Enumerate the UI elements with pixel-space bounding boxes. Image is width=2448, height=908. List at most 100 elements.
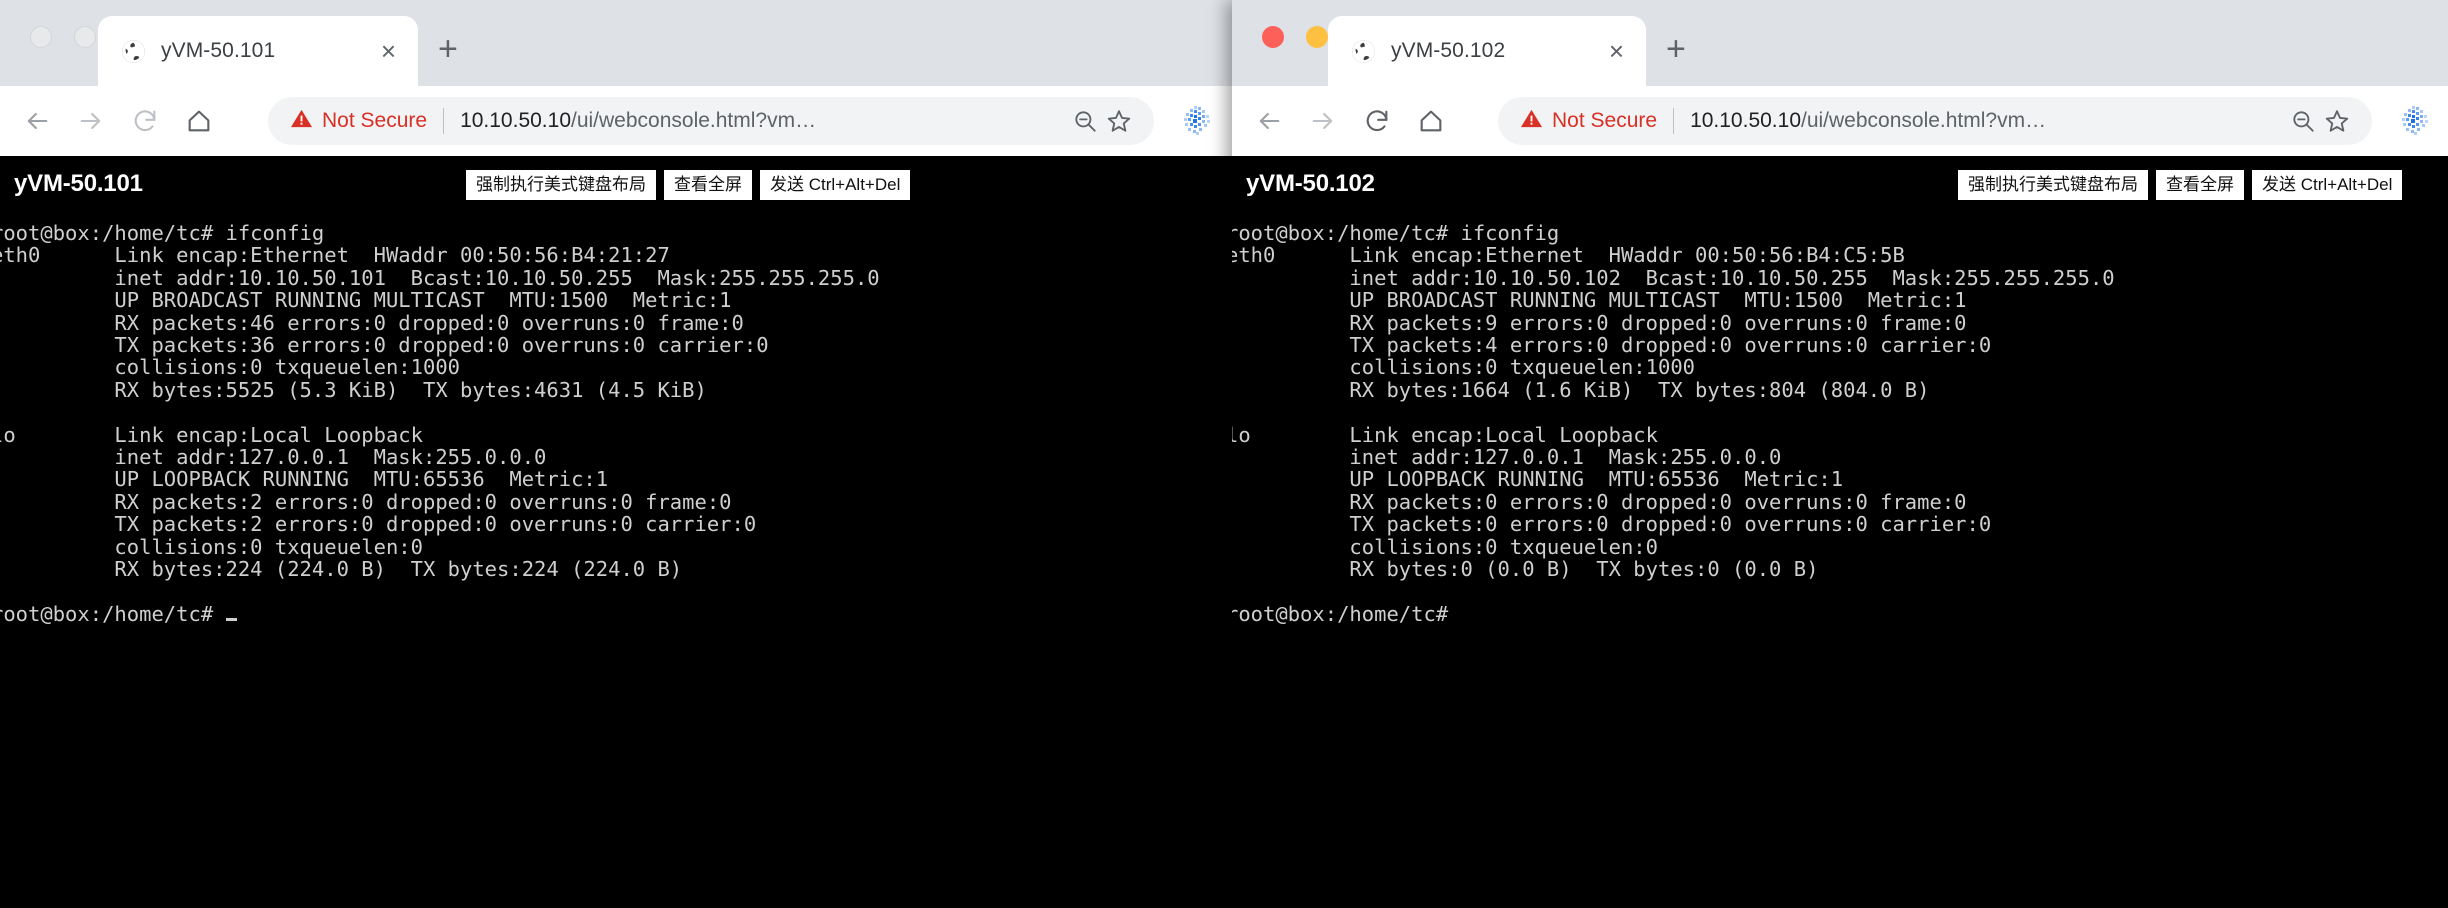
- close-tab-button[interactable]: ×: [1609, 38, 1624, 64]
- terminal-line: UP LOOPBACK RUNNING MTU:65536 Metric:1: [1232, 467, 1844, 492]
- fullscreen-button[interactable]: 查看全屏: [664, 170, 752, 200]
- back-arrow-icon[interactable]: [1252, 104, 1286, 138]
- new-tab-button[interactable]: +: [438, 32, 458, 66]
- terminal-line: RX packets:0 errors:0 dropped:0 overruns…: [1232, 489, 1967, 514]
- terminal-line: eth0 Link encap:Ethernet HWaddr 00:50:56…: [1232, 243, 1905, 268]
- tab-title: yVM-50.101: [161, 39, 276, 62]
- url-text: 10.10.50.10/ui/webconsole.html?vm…: [1690, 109, 2290, 133]
- terminal-output-right[interactable]: root@box:/home/tc# ifconfig eth0 Link enc…: [1232, 222, 2448, 908]
- warning-triangle-icon: [290, 107, 313, 135]
- address-bar[interactable]: Not Secure 10.10.50.10/ui/webconsole.htm…: [268, 97, 1154, 145]
- force-us-keyboard-button[interactable]: 强制执行美式键盘布局: [1958, 170, 2148, 200]
- url-path: /ui/webconsole.html?vm…: [1801, 109, 2047, 132]
- omnibox-divider: [1673, 108, 1675, 134]
- reload-icon[interactable]: [128, 104, 162, 138]
- security-status-label: Not Secure: [1552, 109, 1658, 132]
- tab-title: yVM-50.102: [1391, 39, 1506, 62]
- minimize-window-button[interactable]: [1306, 26, 1328, 48]
- warning-triangle-icon: [1520, 107, 1543, 135]
- terminal-line: root@box:/home/tc#: [0, 602, 1232, 625]
- send-ctrl-alt-del-button[interactable]: 发送 Ctrl+Alt+Del: [2252, 170, 2403, 200]
- zoom-out-icon[interactable]: [1072, 108, 1098, 134]
- globe-icon: [1350, 38, 1377, 65]
- security-status-label: Not Secure: [322, 109, 428, 132]
- terminal-line: inet addr:10.10.50.101 Bcast:10.10.50.25…: [0, 265, 880, 290]
- url-text: 10.10.50.10/ui/webconsole.html?vm…: [460, 109, 1072, 133]
- terminal-line: collisions:0 txqueuelen:1000: [0, 355, 460, 380]
- bookmark-star-icon[interactable]: [1106, 108, 1132, 134]
- fullscreen-button[interactable]: 查看全屏: [2156, 170, 2244, 200]
- forward-arrow-icon[interactable]: [74, 104, 108, 138]
- console-button-group: 强制执行美式键盘布局 查看全屏 发送 Ctrl+Alt+Del: [1958, 170, 2403, 200]
- address-bar[interactable]: Not Secure 10.10.50.10/ui/webconsole.htm…: [1498, 97, 2372, 145]
- terminal-line: TX packets:36 errors:0 dropped:0 overrun…: [0, 333, 769, 358]
- terminal-cursor: [225, 617, 237, 621]
- home-icon[interactable]: [182, 104, 216, 138]
- browser-tab[interactable]: yVM-50.102 ×: [1328, 16, 1646, 86]
- extension-icon[interactable]: [2398, 104, 2432, 138]
- terminal-line: inet addr:127.0.0.1 Mask:255.0.0.0: [0, 445, 547, 470]
- terminal-line: lo Link encap:Local Loopback: [0, 422, 423, 447]
- terminal-line: RX bytes:0 (0.0 B) TX bytes:0 (0.0 B): [1232, 557, 1819, 582]
- close-tab-button[interactable]: ×: [381, 38, 396, 64]
- vm-console-right: yVM-50.102 强制执行美式键盘布局 查看全屏 发送 Ctrl+Alt+D…: [1232, 156, 2448, 908]
- new-tab-button[interactable]: +: [1666, 32, 1686, 66]
- terminal-line: root@box:/home/tc# ifconfig: [0, 221, 325, 245]
- tab-strip: yVM-50.102 × +: [1232, 0, 2448, 86]
- terminal-line: RX bytes:5525 (5.3 KiB) TX bytes:4631 (4…: [0, 377, 707, 402]
- terminal-line: UP BROADCAST RUNNING MULTICAST MTU:1500 …: [1232, 288, 1967, 313]
- terminal-line: RX packets:9 errors:0 dropped:0 overruns…: [1232, 310, 1967, 335]
- terminal-line: UP LOOPBACK RUNNING MTU:65536 Metric:1: [0, 467, 609, 492]
- terminal-line: TX packets:0 errors:0 dropped:0 overruns…: [1232, 512, 1992, 537]
- terminal-line: root@box:/home/tc#: [1232, 601, 1449, 626]
- terminal-line: root@box:/home/tc# ifconfig: [1232, 221, 1560, 245]
- terminal-line: RX bytes:1664 (1.6 KiB) TX bytes:804 (80…: [1232, 377, 1930, 402]
- browser-toolbar: Not Secure 10.10.50.10/ui/webconsole.htm…: [0, 86, 1232, 156]
- terminal-line: UP BROADCAST RUNNING MULTICAST MTU:1500 …: [0, 288, 732, 313]
- zoom-out-icon[interactable]: [2290, 108, 2316, 134]
- browser-window-right[interactable]: yVM-50.102 × + Not Secure 10.10.50.10/ui…: [1232, 0, 2448, 908]
- browser-window-left[interactable]: yVM-50.101 × + Not Secure 10.10.50.10/ui…: [0, 0, 1232, 908]
- bookmark-star-icon[interactable]: [2324, 108, 2350, 134]
- browser-toolbar: Not Secure 10.10.50.10/ui/webconsole.htm…: [1232, 86, 2448, 156]
- vm-name-label: yVM-50.101: [14, 170, 143, 197]
- terminal-line: collisions:0 txqueuelen:0: [1232, 534, 1658, 559]
- vm-console-left: yVM-50.101 强制执行美式键盘布局 查看全屏 发送 Ctrl+Alt+D…: [0, 156, 1232, 908]
- home-icon[interactable]: [1414, 104, 1448, 138]
- url-host: 10.10.50.10: [1690, 109, 1801, 132]
- terminal-line: eth0 Link encap:Ethernet HWaddr 00:50:56…: [0, 243, 670, 268]
- terminal-line: collisions:0 txqueuelen:1000: [1232, 355, 1695, 380]
- omnibox-divider: [443, 108, 445, 134]
- terminal-line: RX packets:2 errors:0 dropped:0 overruns…: [0, 489, 732, 514]
- terminal-line: RX bytes:224 (224.0 B) TX bytes:224 (224…: [0, 557, 683, 582]
- send-ctrl-alt-del-button[interactable]: 发送 Ctrl+Alt+Del: [760, 170, 911, 200]
- vm-name-label: yVM-50.102: [1246, 170, 1375, 197]
- console-button-group: 强制执行美式键盘布局 查看全屏 发送 Ctrl+Alt+Del: [466, 170, 911, 200]
- terminal-line: RX packets:46 errors:0 dropped:0 overrun…: [0, 310, 744, 335]
- globe-icon: [120, 38, 147, 65]
- terminal-line: lo Link encap:Local Loopback: [1232, 422, 1658, 447]
- browser-tab[interactable]: yVM-50.101 ×: [98, 16, 418, 86]
- terminal-line: inet addr:10.10.50.102 Bcast:10.10.50.25…: [1232, 265, 2115, 290]
- force-us-keyboard-button[interactable]: 强制执行美式键盘布局: [466, 170, 656, 200]
- tab-strip: yVM-50.101 × +: [0, 0, 1232, 86]
- terminal-line: TX packets:4 errors:0 dropped:0 overruns…: [1232, 333, 1992, 358]
- terminal-line: TX packets:2 errors:0 dropped:0 overruns…: [0, 512, 757, 537]
- close-window-button[interactable]: [1262, 26, 1284, 48]
- console-toolbar: yVM-50.101 强制执行美式键盘布局 查看全屏 发送 Ctrl+Alt+D…: [0, 156, 1232, 218]
- back-arrow-icon[interactable]: [20, 104, 54, 138]
- terminal-line: inet addr:127.0.0.1 Mask:255.0.0.0: [1232, 445, 1782, 470]
- close-window-button[interactable]: [30, 26, 52, 48]
- extension-icon[interactable]: [1180, 104, 1214, 138]
- terminal-output-left[interactable]: root@box:/home/tc# ifconfig eth0 Link enc…: [0, 222, 1232, 908]
- reload-icon[interactable]: [1360, 104, 1394, 138]
- minimize-window-button[interactable]: [74, 26, 96, 48]
- forward-arrow-icon[interactable]: [1306, 104, 1340, 138]
- url-host: 10.10.50.10: [460, 109, 571, 132]
- terminal-line: collisions:0 txqueuelen:0: [0, 534, 423, 559]
- console-toolbar: yVM-50.102 强制执行美式键盘布局 查看全屏 发送 Ctrl+Alt+D…: [1232, 156, 2448, 218]
